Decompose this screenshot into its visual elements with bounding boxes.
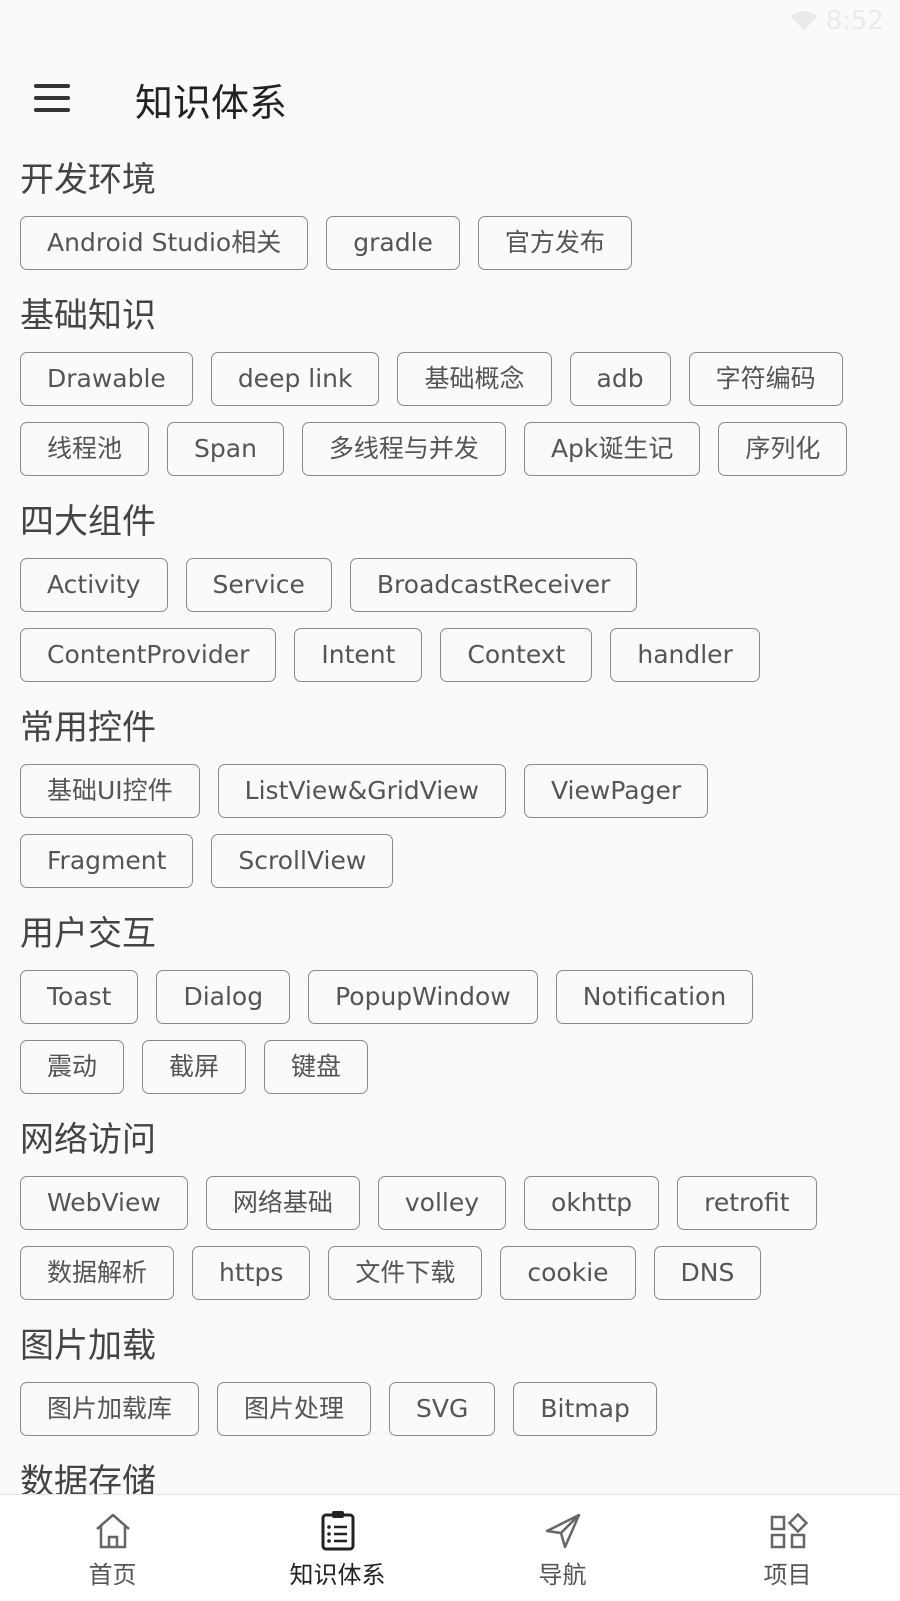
bottom-navigation: 首页 知识体系 导航 项目 (0, 1494, 900, 1601)
tag-chip[interactable]: retrofit (677, 1176, 817, 1230)
tag-chip[interactable]: 网络基础 (205, 1176, 360, 1230)
category-title[interactable]: 四大组件 (20, 492, 900, 558)
tag-chip[interactable]: Apk诞生记 (523, 422, 701, 476)
tag-chip[interactable]: Fragment (20, 834, 194, 888)
tag-chip[interactable]: 截屏 (142, 1040, 247, 1094)
app-bar: 知识体系 (0, 48, 900, 148)
nav-item-navigation[interactable]: 导航 (450, 1495, 675, 1601)
nav-item-home[interactable]: 首页 (0, 1495, 225, 1601)
tag-group: Toast Dialog PopupWindow Notification 震动 截屏 键盘 (20, 970, 880, 1110)
menu-icon-bar (34, 108, 70, 112)
tag-group: Activity Service BroadcastReceiver ContentP… (20, 558, 880, 698)
nav-label-projects: 项目 (763, 1561, 812, 1589)
category-section: 常用控件 基础UI控件 ListView&GridView ViewPager Frag… (0, 698, 900, 904)
tag-chip[interactable]: Notification (555, 970, 754, 1024)
tag-chip[interactable]: WebView (20, 1176, 188, 1230)
category-section: 用户交互 Toast Dialog PopupWindow Notification 震动… (0, 904, 900, 1110)
tag-chip[interactable]: 基础概念 (397, 352, 552, 406)
nav-item-projects[interactable]: 项目 (675, 1495, 900, 1601)
tag-chip[interactable]: gradle (326, 216, 460, 270)
tag-chip[interactable]: 震动 (20, 1040, 125, 1094)
tag-chip[interactable]: 基础UI控件 (20, 764, 200, 818)
tag-chip[interactable]: Context (440, 628, 593, 682)
tag-chip[interactable]: Drawable (20, 352, 193, 406)
tag-chip[interactable]: Intent (294, 628, 423, 682)
tag-chip[interactable]: SVG (389, 1382, 496, 1436)
nav-item-knowledge[interactable]: 知识体系 (225, 1495, 450, 1601)
tag-chip[interactable]: 线程池 (20, 422, 150, 476)
page-title: 知识体系 (135, 81, 288, 125)
status-time: 8:52 (825, 6, 884, 36)
nav-label-knowledge: 知识体系 (289, 1561, 386, 1589)
tag-chip[interactable]: 官方发布 (477, 216, 632, 270)
tag-chip[interactable]: 图片处理 (217, 1382, 372, 1436)
tag-chip[interactable]: volley (377, 1176, 507, 1230)
category-section: 开发环境 Android Studio相关 gradle 官方发布 (0, 150, 900, 286)
tag-chip[interactable]: Android Studio相关 (20, 216, 309, 270)
tag-chip[interactable]: cookie (500, 1246, 636, 1300)
tag-chip[interactable]: 图片加载库 (20, 1382, 200, 1436)
category-title[interactable]: 开发环境 (20, 150, 900, 216)
menu-icon-bar (34, 84, 70, 88)
nav-label-home: 首页 (88, 1561, 137, 1589)
knowledge-tree-list[interactable]: 开发环境 Android Studio相关 gradle 官方发布基础知识 Drawab… (0, 150, 900, 1494)
clipboard-list-icon (321, 1511, 354, 1551)
tag-chip[interactable]: BroadcastReceiver (349, 558, 638, 612)
tag-chip[interactable]: 字符编码 (688, 352, 843, 406)
send-icon (545, 1513, 580, 1549)
tag-chip[interactable]: DNS (653, 1246, 762, 1300)
tag-chip[interactable]: Bitmap (513, 1382, 657, 1436)
tag-chip[interactable]: https (192, 1246, 311, 1300)
home-icon (95, 1513, 130, 1549)
category-title[interactable]: 用户交互 (20, 904, 900, 970)
status-bar: 8:52 (0, 0, 900, 48)
tag-chip[interactable]: Service (185, 558, 332, 612)
tag-chip[interactable]: ViewPager (524, 764, 709, 818)
tag-chip[interactable]: Span (167, 422, 284, 476)
tag-group: 图片加载库 图片处理 SVG Bitmap (20, 1382, 880, 1452)
tag-chip[interactable]: 序列化 (718, 422, 848, 476)
tag-chip[interactable]: handler (610, 628, 760, 682)
tag-group: Drawable deep link 基础概念 adb 字符编码线程池 Span 多线程与并… (20, 352, 880, 492)
tag-chip[interactable]: ScrollView (211, 834, 394, 888)
tag-chip[interactable]: Dialog (156, 970, 291, 1024)
category-section: 网络访问 WebView 网络基础 volley okhttp retrofit 数据解析 h… (0, 1110, 900, 1316)
tag-chip[interactable]: Activity (20, 558, 168, 612)
tag-chip[interactable]: ContentProvider (20, 628, 277, 682)
category-title[interactable]: 常用控件 (20, 698, 900, 764)
category-section: 数据存储 (0, 1452, 900, 1494)
category-section: 图片加载 图片加载库 图片处理 SVG Bitmap (0, 1316, 900, 1452)
category-title[interactable]: 数据存储 (20, 1452, 900, 1494)
status-indicators: 8:52 (790, 6, 884, 36)
wifi-icon (790, 11, 817, 31)
tag-group: 基础UI控件 ListView&GridView ViewPager Fragment… (20, 764, 880, 904)
menu-icon-bar (34, 96, 70, 100)
tag-chip[interactable]: PopupWindow (308, 970, 538, 1024)
tag-chip[interactable]: okhttp (524, 1176, 660, 1230)
category-title[interactable]: 基础知识 (20, 286, 900, 352)
tag-group: WebView 网络基础 volley okhttp retrofit 数据解析 https… (20, 1176, 880, 1316)
category-section: 基础知识 Drawable deep link 基础概念 adb 字符编码线程池 Span 多… (0, 286, 900, 492)
tag-chip[interactable]: 数据解析 (20, 1246, 175, 1300)
tag-chip[interactable]: ListView&GridView (217, 764, 506, 818)
tag-chip[interactable]: Toast (20, 970, 139, 1024)
category-title[interactable]: 网络访问 (20, 1110, 900, 1176)
tag-chip[interactable]: 键盘 (264, 1040, 369, 1094)
tag-chip[interactable]: 多线程与并发 (301, 422, 506, 476)
menu-button[interactable] (34, 84, 70, 112)
category-section: 四大组件 Activity Service BroadcastReceiver Cont… (0, 492, 900, 698)
tag-chip[interactable]: deep link (210, 352, 380, 406)
grid-icon (770, 1512, 808, 1549)
category-title[interactable]: 图片加载 (20, 1316, 900, 1382)
nav-label-navigation: 导航 (538, 1561, 587, 1589)
tag-chip[interactable]: 文件下载 (328, 1246, 483, 1300)
tag-group: Android Studio相关 gradle 官方发布 (20, 216, 880, 286)
tag-chip[interactable]: adb (569, 352, 671, 406)
